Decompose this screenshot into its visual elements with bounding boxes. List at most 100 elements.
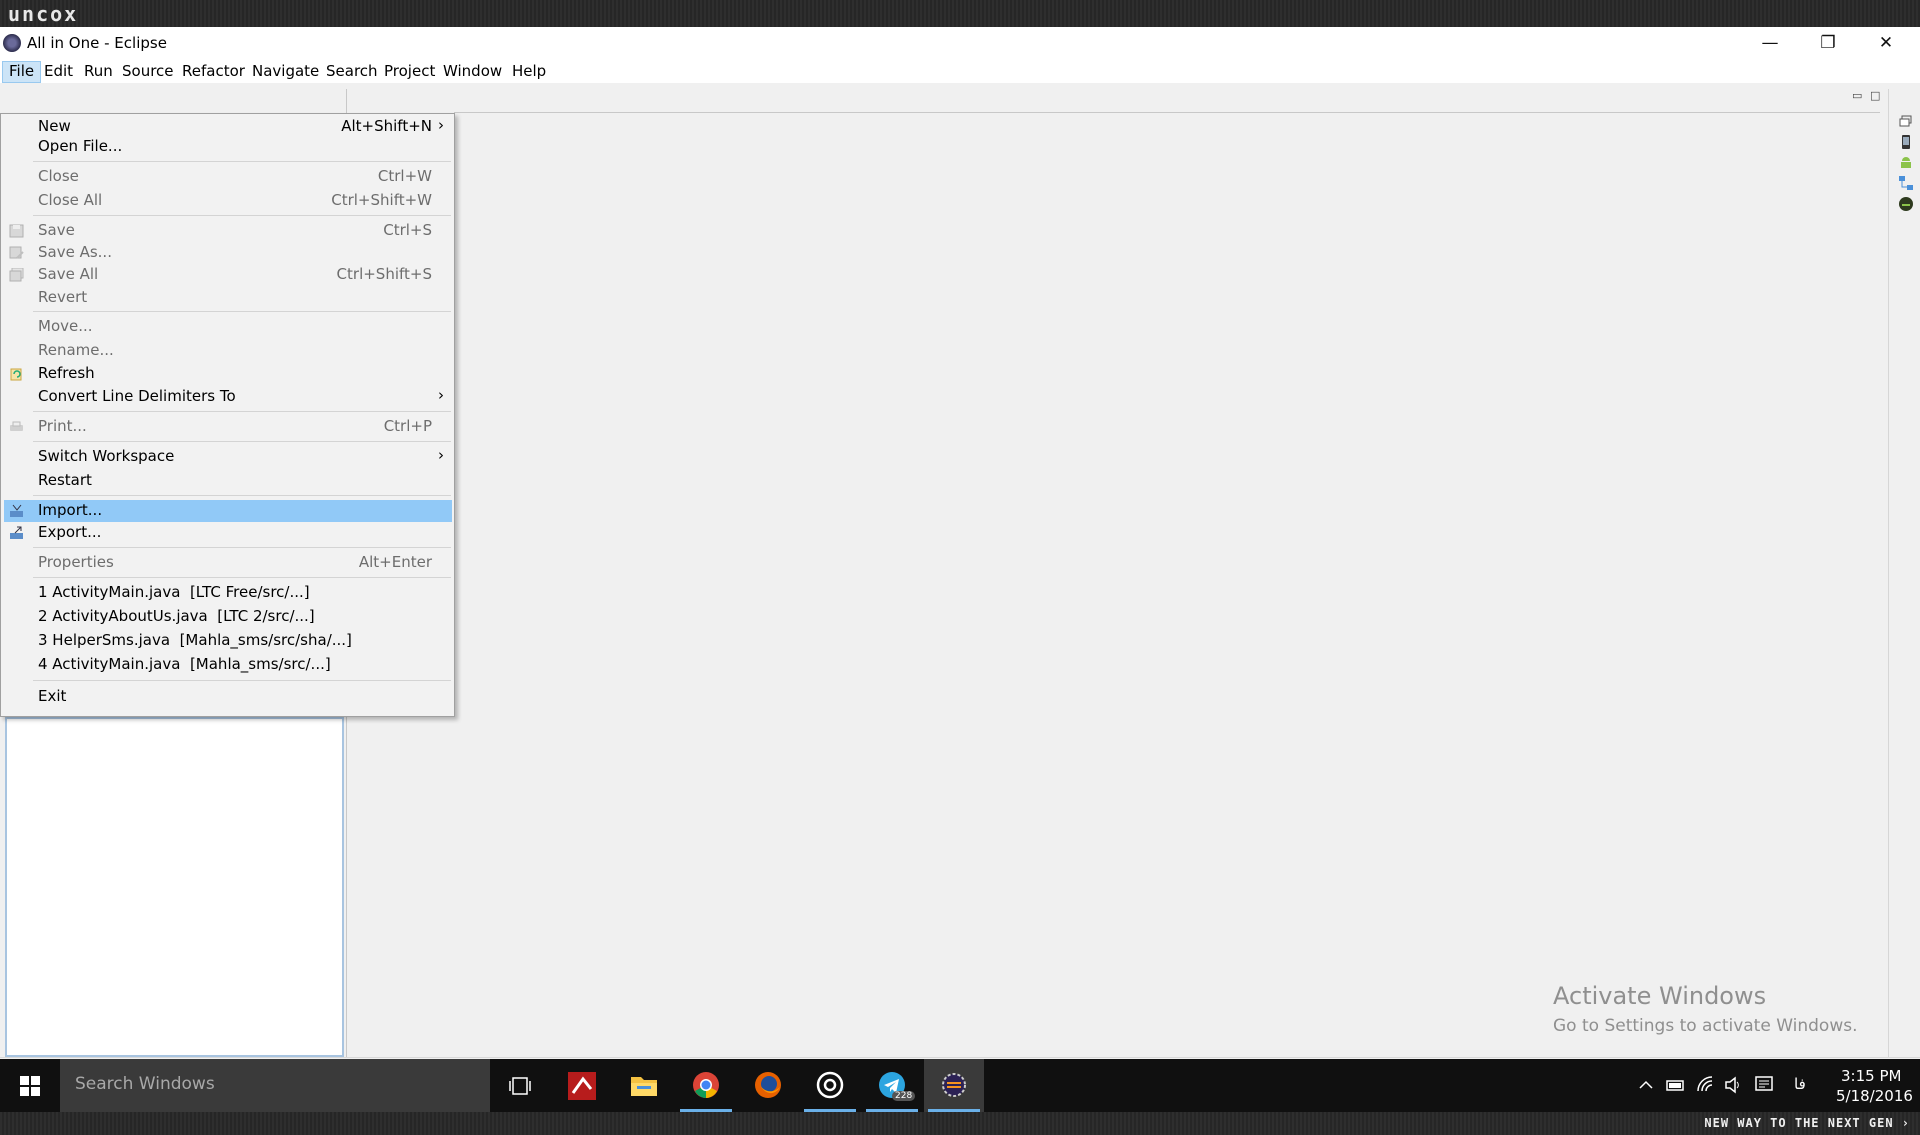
battery-icon[interactable] [1666, 1077, 1686, 1093]
menu-search[interactable]: Search [320, 61, 384, 83]
menu-item-accelerator: Ctrl+Shift+W [331, 191, 432, 209]
menu-separator [33, 215, 451, 216]
package-explorer-view[interactable] [5, 717, 344, 1057]
menu-item-refresh[interactable]: Refresh [4, 363, 452, 385]
recent-file-item[interactable]: 2 ActivityAboutUs.java [LTC 2/src/...] [4, 606, 452, 628]
menu-item-save-as[interactable]: Save As... [4, 242, 452, 264]
menu-item-open-file[interactable]: Open File... [4, 136, 452, 158]
menu-item-label: Export... [38, 523, 102, 541]
menu-item-switch-workspace[interactable]: Switch Workspace › [4, 446, 452, 468]
menu-edit[interactable]: Edit [38, 61, 79, 83]
show-hidden-icons-icon[interactable] [1638, 1077, 1654, 1093]
restore-button[interactable]: ❐ [1800, 27, 1856, 59]
recent-file-item[interactable]: 1 ActivityMain.java [LTC Free/src/...] [4, 582, 452, 604]
eclipse-icon [942, 1073, 966, 1097]
volume-icon[interactable] [1724, 1076, 1742, 1094]
menu-item-label: New [38, 117, 71, 135]
taskbar-clock-date[interactable]: 5/18/2016 [1836, 1087, 1913, 1105]
taskbar-app-media-player[interactable] [800, 1059, 860, 1112]
media-player-icon [816, 1071, 844, 1099]
recent-file-label: 4 ActivityMain.java [Mahla_sms/src/...] [38, 655, 331, 673]
menu-item-save[interactable]: Save Ctrl+S [4, 220, 452, 242]
menu-run[interactable]: Run [78, 61, 119, 83]
menu-item-revert[interactable]: Revert [4, 287, 452, 309]
close-button[interactable]: ✕ [1858, 27, 1914, 59]
submenu-arrow-icon: › [438, 116, 444, 134]
menu-item-print[interactable]: Print... Ctrl+P [4, 416, 452, 438]
recent-file-label: 2 ActivityAboutUs.java [LTC 2/src/...] [38, 607, 315, 625]
menu-source[interactable]: Source [116, 61, 180, 83]
windows-taskbar: Search Windows 228 فا 3:15 PM 5/18/2016 [0, 1059, 1920, 1112]
menu-window[interactable]: Window [437, 61, 508, 83]
hierarchy-icon[interactable] [1898, 175, 1914, 191]
taskbar-app-tool[interactable] [552, 1059, 612, 1112]
menu-item-move[interactable]: Move... [4, 316, 452, 338]
windows-logo-icon [20, 1076, 40, 1096]
restore-perspective-icon[interactable] [1898, 113, 1914, 129]
taskbar-app-firefox[interactable] [738, 1059, 798, 1112]
device-icon[interactable] [1898, 134, 1914, 150]
menu-item-label: Revert [38, 288, 88, 306]
ddms-icon[interactable] [1898, 196, 1914, 212]
menu-navigate[interactable]: Navigate [246, 61, 325, 83]
chrome-icon [693, 1072, 719, 1098]
editor-area[interactable] [346, 89, 1880, 1057]
menu-item-label: Exit [38, 687, 67, 705]
file-menu-dropdown: New Alt+Shift+N › Open File... Close Ctr… [0, 113, 455, 717]
wifi-icon[interactable] [1696, 1075, 1714, 1093]
action-center-icon[interactable] [1754, 1075, 1774, 1095]
editor-tab-header [454, 89, 1880, 113]
taskbar-app-eclipse[interactable] [924, 1059, 984, 1112]
menu-item-restart[interactable]: Restart [4, 470, 452, 492]
maximize-view-icon[interactable]: □ [1870, 90, 1882, 103]
menu-refactor[interactable]: Refactor [176, 61, 251, 83]
android-icon[interactable] [1898, 155, 1914, 171]
menu-help[interactable]: Help [506, 61, 552, 83]
taskbar-search-box[interactable]: Search Windows [60, 1059, 490, 1112]
menu-item-label: Open File... [38, 137, 123, 155]
notification-badge: 228 [892, 1091, 916, 1101]
menu-item-label: Rename... [38, 341, 114, 359]
menu-item-convert-line-delimiters[interactable]: Convert Line Delimiters To › [4, 386, 452, 408]
menu-item-label: Properties [38, 553, 114, 571]
menu-item-export[interactable]: Export... [4, 522, 452, 544]
menu-item-new[interactable]: New Alt+Shift+N › [4, 116, 452, 138]
menu-item-save-all[interactable]: Save All Ctrl+Shift+S [4, 264, 452, 286]
minimize-view-icon[interactable]: ▭ [1852, 90, 1864, 103]
menu-file[interactable]: File [2, 61, 42, 83]
menu-item-accelerator: Alt+Enter [358, 553, 432, 571]
taskbar-app-telegram[interactable]: 228 [862, 1059, 922, 1112]
recent-file-label: 3 HelperSms.java [Mahla_sms/src/sha/...] [38, 631, 352, 649]
import-icon [10, 504, 23, 517]
menu-item-label: Refresh [38, 364, 95, 382]
recent-file-item[interactable]: 4 ActivityMain.java [Mahla_sms/src/...] [4, 654, 452, 676]
menu-item-close[interactable]: Close Ctrl+W [4, 166, 452, 188]
taskbar-app-file-explorer[interactable] [614, 1059, 674, 1112]
taskbar-app-chrome[interactable] [676, 1059, 736, 1112]
print-icon [10, 421, 23, 431]
menu-item-label: Save As... [38, 243, 112, 261]
submenu-arrow-icon: › [438, 386, 444, 404]
menu-item-label: Import... [38, 501, 103, 519]
minimize-button[interactable]: — [1742, 27, 1798, 59]
recent-file-item[interactable]: 3 HelperSms.java [Mahla_sms/src/sha/...] [4, 630, 452, 652]
menu-item-accelerator: Ctrl+S [383, 221, 432, 239]
menu-item-label: Print... [38, 417, 87, 435]
task-view-button[interactable] [490, 1059, 550, 1112]
export-icon [10, 526, 23, 539]
menu-item-exit[interactable]: Exit [4, 686, 452, 708]
save-all-icon [9, 268, 24, 282]
start-button[interactable] [0, 1059, 60, 1112]
menu-item-properties[interactable]: Properties Alt+Enter [4, 552, 452, 574]
eclipse-app-icon [3, 34, 21, 52]
menu-project[interactable]: Project [378, 61, 441, 83]
taskbar-clock-time[interactable]: 3:15 PM [1841, 1067, 1901, 1085]
menu-item-close-all[interactable]: Close All Ctrl+Shift+W [4, 190, 452, 212]
menu-separator [33, 547, 451, 548]
menu-item-rename[interactable]: Rename... [4, 340, 452, 362]
save-as-icon [9, 246, 24, 259]
menu-item-import[interactable]: Import... [4, 500, 452, 522]
right-trim-toolbar [1888, 89, 1920, 1057]
folder-icon [631, 1077, 657, 1096]
menu-item-label: Close All [38, 191, 103, 209]
